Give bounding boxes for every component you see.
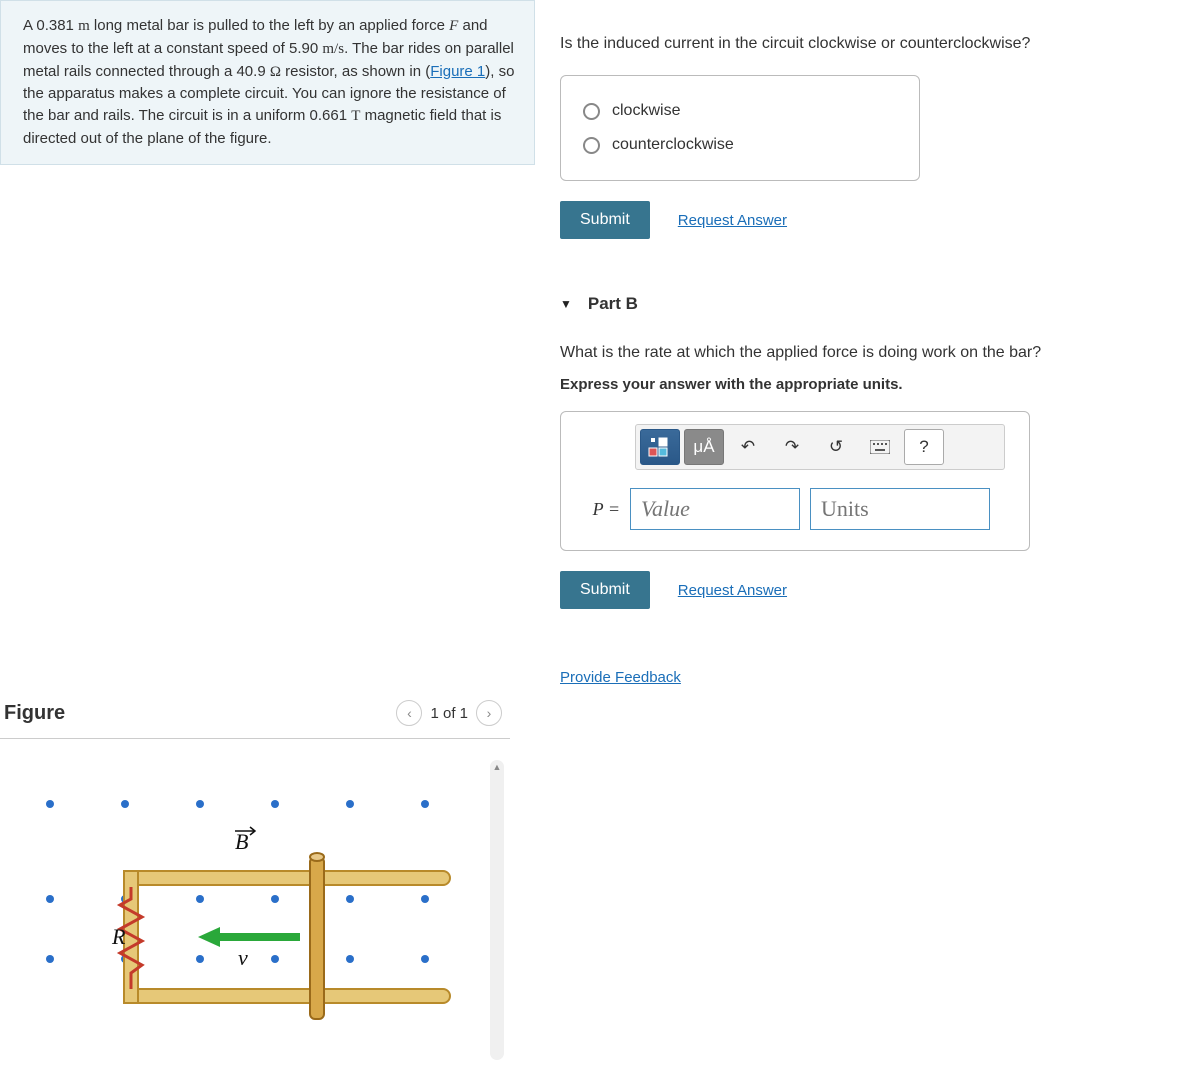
b-label: B [235, 829, 248, 854]
option-label: clockwise [612, 102, 680, 120]
figure-image: B R v [20, 769, 460, 1029]
answer-box: μÅ ↶ ↷ ↺ ? P = [560, 411, 1030, 551]
reset-button[interactable]: ↺ [816, 429, 856, 465]
pager-text: 1 of 1 [430, 705, 468, 722]
prev-figure-button[interactable]: ‹ [396, 700, 422, 726]
collapse-icon: ▼ [560, 297, 572, 311]
v-label: v [238, 945, 248, 970]
part-b-header[interactable]: ▼ Part B [560, 294, 1200, 314]
speed: 5.90 [289, 40, 318, 57]
redo-button[interactable]: ↷ [772, 429, 812, 465]
figure-panel: Figure ‹ 1 of 1 › [0, 700, 510, 1029]
part-a-options: clockwise counterclockwise [560, 75, 920, 181]
resistance-unit: Ω [270, 64, 281, 80]
figure-scrollbar[interactable]: ▲ [490, 760, 504, 1060]
option-label: counterclockwise [612, 136, 734, 154]
templates-button[interactable] [640, 429, 680, 465]
keyboard-button[interactable] [860, 429, 900, 465]
request-answer-b[interactable]: Request Answer [678, 582, 787, 599]
r-label: R [111, 924, 126, 949]
equation-label: P = [575, 499, 620, 520]
part-b-hint: Express your answer with the appropriate… [560, 376, 1200, 393]
figure-pager: ‹ 1 of 1 › [396, 700, 502, 726]
force-var: F [449, 18, 458, 34]
radio-icon [583, 137, 600, 154]
submit-button-b[interactable]: Submit [560, 571, 650, 609]
part-b-title: Part B [588, 294, 638, 314]
provide-feedback-link[interactable]: Provide Feedback [560, 669, 681, 686]
length-unit: m [78, 18, 90, 34]
t1: A [23, 17, 36, 34]
request-answer-a[interactable]: Request Answer [678, 212, 787, 229]
scroll-up-icon: ▲ [490, 760, 504, 774]
mag: 0.661 [310, 107, 348, 124]
radio-icon [583, 103, 600, 120]
next-figure-button[interactable]: › [476, 700, 502, 726]
submit-button-a[interactable]: Submit [560, 201, 650, 239]
option-counterclockwise[interactable]: counterclockwise [583, 128, 897, 162]
t5: resistor, as shown in ( [281, 63, 430, 80]
option-clockwise[interactable]: clockwise [583, 94, 897, 128]
length: 0.381 [36, 17, 74, 34]
value-input[interactable] [630, 488, 800, 530]
problem-statement: A 0.381 m long metal bar is pulled to th… [0, 0, 535, 165]
answer-toolbar: μÅ ↶ ↷ ↺ ? [635, 424, 1005, 470]
help-button[interactable]: ? [904, 429, 944, 465]
units-input[interactable] [810, 488, 990, 530]
figure-link[interactable]: Figure 1 [430, 63, 485, 80]
t2: long metal bar is pulled to the left by … [90, 17, 449, 34]
part-b-question: What is the rate at which the applied fo… [560, 344, 1200, 362]
units-button[interactable]: μÅ [684, 429, 724, 465]
figure-title: Figure [4, 702, 65, 725]
part-a-question: Is the induced current in the circuit cl… [560, 35, 1200, 53]
undo-button[interactable]: ↶ [728, 429, 768, 465]
speed-unit: m/s [322, 41, 344, 57]
resistance: 40.9 [236, 63, 265, 80]
